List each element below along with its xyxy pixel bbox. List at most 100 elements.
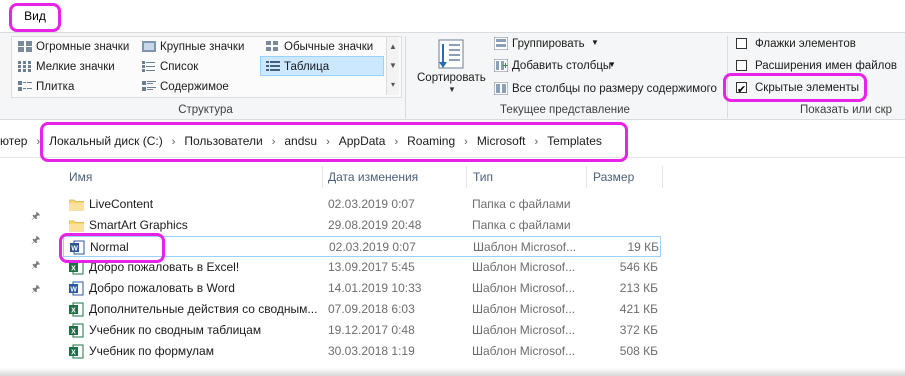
breadcrumb-computer[interactable]: ютер	[0, 132, 27, 150]
svg-text:X: X	[71, 308, 76, 315]
layout-label: Список	[160, 61, 199, 73]
pin-icon[interactable]: 🖈	[31, 282, 43, 295]
column-divider[interactable]	[586, 166, 587, 188]
file-row[interactable]: X Добро пожаловать в Excel! 13.09.2017 5:4…	[63, 257, 661, 278]
file-name: Дополнительные действия со сводным...	[89, 302, 318, 316]
group-by-dropdown-icon: ▼	[591, 38, 599, 47]
chevron-right-icon[interactable]: ›	[36, 133, 40, 151]
file-date: 30.03.2018 1:19	[328, 344, 415, 358]
file-row[interactable]: X Учебник по формулам 30.03.2018 1:19 Шабло…	[63, 341, 661, 362]
layout-label: Мелкие значки	[36, 61, 115, 73]
file-date: 29.08.2019 20:48	[328, 218, 422, 232]
file-type: Папка с файлами	[472, 197, 571, 211]
file-size: 508 КБ	[619, 344, 658, 358]
file-row[interactable]: LiveContent 02.03.2019 0:07 Папка с файлам…	[63, 194, 661, 215]
pin-icon[interactable]: 🖈	[31, 258, 43, 271]
add-columns-label: Добавить столбцы	[512, 60, 612, 72]
layout-extra-large-icons[interactable]: Огромные значки	[14, 37, 134, 57]
file-type: Шаблон Microsof...	[472, 260, 576, 274]
column-divider[interactable]	[466, 166, 467, 188]
pin-icon[interactable]: 🖈	[31, 209, 43, 222]
svg-text:W: W	[70, 287, 77, 294]
sort-icon	[438, 39, 464, 69]
chevron-right-icon[interactable]: ›	[394, 133, 398, 151]
group-by-icon	[494, 37, 508, 50]
column-divider[interactable]	[662, 166, 663, 188]
gallery-scroll-up-icon[interactable]: ▲	[387, 37, 399, 56]
file-row[interactable]: SmartArt Graphics 29.08.2019 20:48 Папка с…	[63, 215, 661, 236]
list-icon	[142, 61, 155, 72]
file-date: 13.09.2017 5:45	[328, 260, 415, 274]
breadcrumb-local-disk[interactable]: Локальный диск (C:)	[49, 132, 163, 150]
breadcrumb-users[interactable]: Пользователи	[184, 132, 262, 150]
pin-icon[interactable]: 🖈	[31, 233, 43, 246]
gallery-scrollbar[interactable]: ▲ ▼ ▾	[386, 37, 399, 95]
item-checkboxes-checkbox[interactable]	[736, 38, 747, 49]
folder-icon	[68, 197, 85, 212]
gallery-expand-icon[interactable]: ▾	[387, 75, 399, 94]
ribbon-tab-strip	[0, 0, 905, 33]
gallery-scroll-down-icon[interactable]: ▼	[387, 56, 399, 75]
chevron-right-icon[interactable]: ›	[535, 133, 539, 151]
file-row[interactable]: X Дополнительные действия со сводным... 07…	[63, 299, 661, 320]
column-header-name[interactable]: Имя	[69, 166, 319, 188]
breadcrumb-appdata[interactable]: AppData	[339, 132, 386, 150]
layout-label: Таблица	[284, 61, 330, 73]
file-size: 213 КБ	[619, 281, 658, 295]
svg-text:X: X	[71, 266, 76, 273]
layout-large-icons[interactable]: Крупные значки	[138, 37, 258, 57]
chevron-right-icon[interactable]: ›	[272, 133, 276, 151]
add-columns-dropdown-icon: ▼	[608, 60, 616, 69]
file-name: SmartArt Graphics	[89, 218, 188, 232]
layout-small-icons[interactable]: Мелкие значки	[14, 57, 134, 77]
details-icon	[266, 61, 280, 71]
tiles-icon	[18, 81, 32, 91]
column-header-type[interactable]: Тип	[473, 166, 583, 188]
file-row[interactable]: W Normal 02.03.2019 0:07 Шаблон Microsof...…	[63, 236, 661, 257]
column-divider[interactable]	[322, 166, 323, 188]
file-extensions-toggle[interactable]: Расширения имен файлов	[736, 56, 905, 76]
extra-large-icons-icon	[18, 41, 32, 52]
small-icons-icon	[18, 61, 31, 72]
svg-text:X: X	[71, 329, 76, 336]
add-columns-button[interactable]: Добавить столбцы ▼	[494, 56, 624, 76]
item-checkboxes-toggle[interactable]: Флажки элементов	[736, 34, 896, 54]
column-header-size[interactable]: Размер	[593, 166, 663, 188]
layout-details[interactable]: Таблица	[260, 56, 384, 76]
hidden-items-checkbox[interactable]	[736, 80, 747, 100]
hidden-items-label: Скрытые элементы	[755, 82, 860, 94]
size-all-columns-label: Все столбцы по размеру содержимого	[512, 83, 717, 95]
layout-label: Огромные значки	[36, 41, 130, 53]
file-type: Шаблон Microsof...	[472, 281, 576, 295]
tab-view[interactable]: Вид	[14, 4, 56, 29]
breadcrumb-user[interactable]: andsu	[284, 132, 317, 150]
item-checkboxes-label: Флажки элементов	[755, 38, 856, 50]
breadcrumb-roaming[interactable]: Roaming	[407, 132, 455, 150]
ribbon-separator	[405, 36, 406, 118]
chevron-right-icon[interactable]: ›	[464, 133, 468, 151]
layout-medium-icons[interactable]: Обычные значки	[262, 37, 384, 57]
sort-by-button[interactable]: Сортировать ▼	[411, 36, 491, 98]
file-row[interactable]: X Учебник по сводным таблицам 19.12.2017 0…	[63, 320, 661, 341]
layout-list[interactable]: Список	[138, 57, 258, 77]
layout-label: Плитка	[36, 81, 75, 93]
file-type: Шаблон Microsof...	[472, 323, 576, 337]
breadcrumb-microsoft[interactable]: Microsoft	[477, 132, 526, 150]
breadcrumb-templates[interactable]: Templates	[547, 132, 602, 150]
group-by-button[interactable]: Группировать ▼	[494, 34, 614, 54]
layout-tiles[interactable]: Плитка	[14, 77, 134, 97]
group-label-show-hide: Показать или скр	[800, 104, 893, 116]
hidden-items-toggle[interactable]: Скрытые элементы	[736, 78, 896, 100]
layout-content[interactable]: Содержимое	[138, 77, 258, 97]
file-row[interactable]: W Добро пожаловать в Word 14.01.2019 10:33…	[63, 278, 661, 299]
window-bottom-edge	[0, 368, 905, 376]
chevron-right-icon[interactable]: ›	[326, 133, 330, 151]
file-date: 19.12.2017 0:48	[328, 323, 415, 337]
file-extensions-label: Расширения имен файлов	[755, 60, 897, 72]
column-header-date[interactable]: Дата изменения	[328, 166, 458, 188]
file-name: LiveContent	[89, 197, 154, 211]
chevron-right-icon[interactable]: ›	[172, 133, 176, 151]
size-all-columns-button[interactable]: Все столбцы по размеру содержимого	[494, 79, 719, 99]
large-icons-icon	[142, 41, 156, 52]
file-extensions-checkbox[interactable]	[736, 60, 747, 71]
